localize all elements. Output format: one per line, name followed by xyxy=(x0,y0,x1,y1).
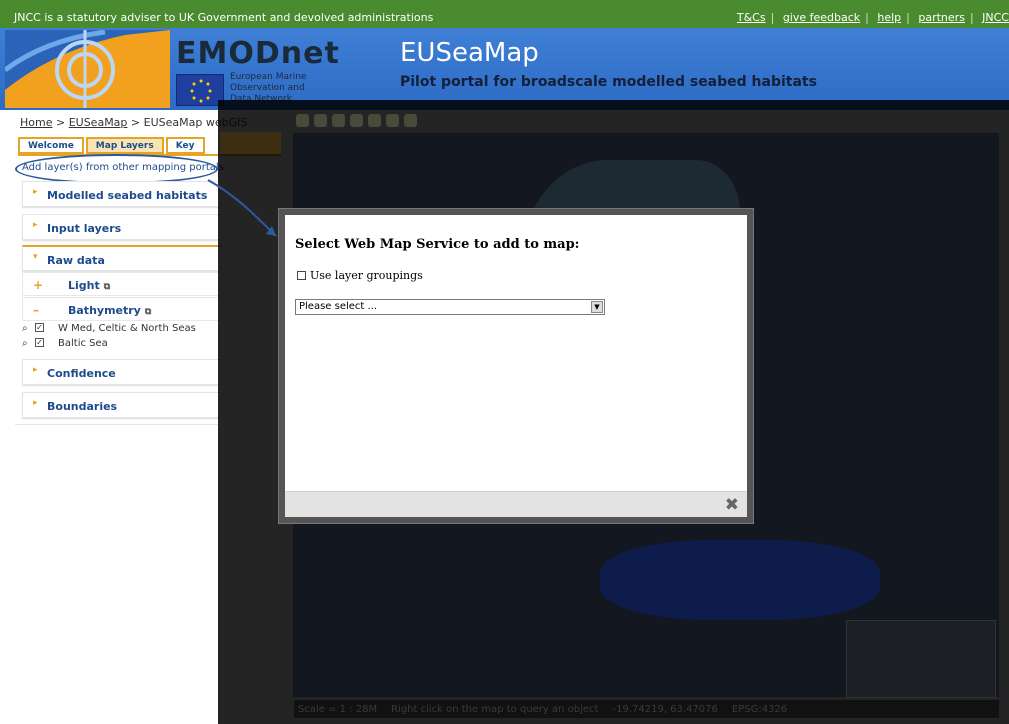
emodnet-logo xyxy=(3,29,170,108)
collapse-icon: – xyxy=(33,303,39,317)
emodnet-wordmark: EMODnet xyxy=(176,36,340,71)
chevron-right-icon: ▸ xyxy=(33,398,38,408)
map-toolbar xyxy=(296,114,417,127)
wms-select[interactable]: Please select ... ▼ xyxy=(295,299,605,315)
chevron-right-icon: ▸ xyxy=(33,187,38,197)
scale-readout: Scale = 1 : 28M xyxy=(298,703,378,715)
measure-icon[interactable] xyxy=(386,114,399,127)
chevron-right-icon: ▸ xyxy=(33,220,38,230)
map-mediterranean xyxy=(600,540,880,620)
overview-map xyxy=(846,620,996,698)
external-link-icon: ⧉ xyxy=(144,307,152,317)
site-subtitle: Pilot portal for broadscale modelled sea… xyxy=(400,74,817,90)
help-link[interactable]: help xyxy=(877,11,901,24)
wms-dialog: Select Web Map Service to add to map: Us… xyxy=(278,208,754,524)
panel-modelled-seabed-habitats[interactable]: ▸ Modelled seabed habitats xyxy=(22,181,222,207)
subpanel-bathymetry[interactable]: – Bathymetry ⧉ xyxy=(22,297,222,321)
close-icon[interactable]: ✖ xyxy=(725,495,739,515)
top-links: T&Cs | give feedback | help | partners | JNC… xyxy=(736,11,1009,24)
map-side-strip xyxy=(220,132,281,154)
dropdown-arrow-icon: ▼ xyxy=(591,301,603,313)
map-status-bar: Scale = 1 : 28M Right click on the map t… xyxy=(294,700,999,718)
print-icon[interactable] xyxy=(368,114,381,127)
give-feedback-link[interactable]: give feedback xyxy=(783,11,860,24)
breadcrumb: Home > EUSeaMap > EUSeaMap webGIS xyxy=(20,116,248,129)
dialog-title: Select Web Map Service to add to map: xyxy=(295,237,580,252)
layer-checkbox[interactable]: ✓ xyxy=(35,338,44,347)
use-layer-groupings-checkbox[interactable]: Use layer groupings xyxy=(297,269,423,282)
panel-tabs: Welcome Map Layers Key xyxy=(18,137,207,154)
panel-input-layers[interactable]: ▸ Input layers xyxy=(22,214,222,240)
dialog-body: Select Web Map Service to add to map: Us… xyxy=(285,215,747,517)
tab-map-layers[interactable]: Map Layers xyxy=(85,137,164,154)
dialog-footer: ✖ xyxy=(285,491,747,517)
zoom-in-icon[interactable] xyxy=(296,114,309,127)
chevron-right-icon: ▸ xyxy=(33,365,38,375)
tab-welcome[interactable]: Welcome xyxy=(18,137,84,154)
expand-icon: + xyxy=(33,278,44,292)
tool-icon[interactable] xyxy=(404,114,417,127)
panel-boundaries[interactable]: ▸ Boundaries xyxy=(22,392,222,418)
top-bar: JNCC is a statutory adviser to UK Govern… xyxy=(0,0,1009,28)
eu-flag-icon xyxy=(176,74,224,106)
layer-row: ⌕ ✓ W Med, Celtic & North Seas xyxy=(22,323,196,334)
external-link-icon: ⧉ xyxy=(103,282,111,292)
site-header: EMODnet European Marine Observation and … xyxy=(0,28,1009,110)
divider xyxy=(15,424,220,425)
panel-raw-data[interactable]: ▾ Raw data xyxy=(22,245,222,271)
layer-checkbox[interactable]: ✓ xyxy=(35,323,44,332)
coordinate-readout: -19.74219, 63.47076 xyxy=(612,703,718,715)
add-layers-link[interactable]: Add layer(s) from other mapping portals xyxy=(22,162,224,173)
projection-readout: EPSG:4326 xyxy=(731,703,788,715)
site-title: EUSeaMap xyxy=(400,38,539,68)
jncc-link[interactable]: JNCC xyxy=(982,11,1009,24)
zoom-out-icon[interactable] xyxy=(314,114,327,127)
pan-icon[interactable] xyxy=(332,114,345,127)
panel-confidence[interactable]: ▸ Confidence xyxy=(22,359,222,385)
tab-key[interactable]: Key xyxy=(165,137,205,154)
zoom-to-layer-icon[interactable]: ⌕ xyxy=(22,323,28,334)
layer-row: ⌕ ✓ Baltic Sea xyxy=(22,338,108,349)
zoom-to-layer-icon[interactable]: ⌕ xyxy=(22,338,28,349)
checkbox-box[interactable] xyxy=(297,271,306,280)
breadcrumb-home[interactable]: Home xyxy=(20,116,52,129)
chevron-down-icon: ▾ xyxy=(33,252,38,262)
statutory-message: JNCC is a statutory adviser to UK Govern… xyxy=(14,11,434,24)
query-hint: Right click on the map to query an objec… xyxy=(391,703,599,715)
tcs-link[interactable]: T&Cs xyxy=(737,11,766,24)
partners-link[interactable]: partners xyxy=(918,11,965,24)
breadcrumb-euseamap[interactable]: EUSeaMap xyxy=(69,116,128,129)
subpanel-light[interactable]: + Light ⧉ xyxy=(22,272,222,296)
info-icon[interactable] xyxy=(350,114,363,127)
